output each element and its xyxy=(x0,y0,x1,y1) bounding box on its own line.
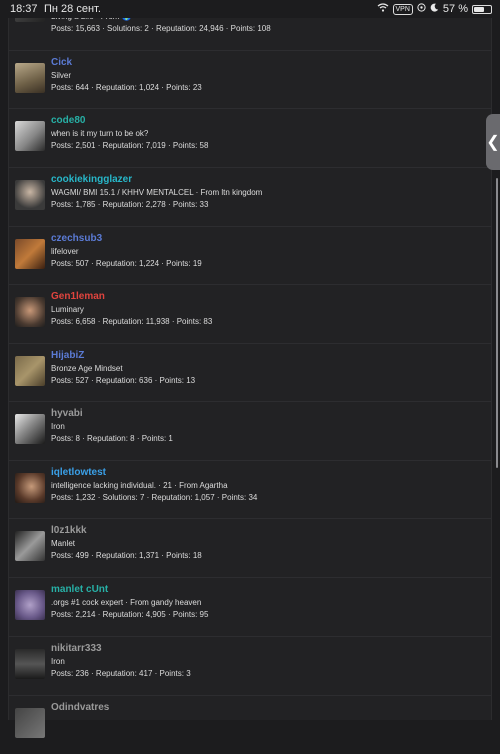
member-row: code80 when is it my turn to be ok? Post… xyxy=(9,108,491,167)
member-name[interactable]: manlet cUnt xyxy=(51,584,108,595)
member-row: iqletlowtest intelligence lacking indivi… xyxy=(9,460,491,519)
member-stats: Posts: 2,214 · Reputation: 4,905 · Point… xyxy=(51,610,209,619)
member-stats: Posts: 8 · Reputation: 8 · Points: 1 xyxy=(51,434,173,443)
member-name[interactable]: hyvabi xyxy=(51,408,83,419)
member-name[interactable]: Odindvatres xyxy=(51,702,109,713)
member-stats: Posts: 644 · Reputation: 1,024 · Points:… xyxy=(51,83,202,92)
battery-fill xyxy=(474,6,485,12)
member-title: intelligence lacking individual. · 21 · … xyxy=(51,481,228,490)
battery-icon xyxy=(472,4,492,14)
member-name[interactable]: Cick xyxy=(51,57,72,68)
member-title: Luminary xyxy=(51,305,84,314)
avatar[interactable] xyxy=(15,414,45,444)
member-row: Cick Silver Posts: 644 · Reputation: 1,0… xyxy=(9,50,491,109)
member-title: Bronze Age Mindset xyxy=(51,364,123,373)
member-row: HijabiZ Bronze Age Mindset Posts: 527 · … xyxy=(9,343,491,402)
member-row: Odindvatres xyxy=(9,695,491,754)
member-title: Iron xyxy=(51,422,65,431)
member-row: cookiekingglazer WAGMI/ BMI 15.1 / KHHV … xyxy=(9,167,491,226)
member-name[interactable]: code80 xyxy=(51,115,85,126)
members-list: Living a Life · From 🌍 Posts: 15,663 · S… xyxy=(8,0,492,738)
battery-percent: 57 % xyxy=(442,3,468,15)
status-time: 18:37 xyxy=(10,3,38,15)
member-title: when is it my turn to be ok? xyxy=(51,129,149,138)
avatar[interactable] xyxy=(15,649,45,679)
member-stats: Posts: 527 · Reputation: 636 · Points: 1… xyxy=(51,376,196,385)
member-name[interactable]: l0z1kkk xyxy=(51,525,87,536)
avatar[interactable] xyxy=(15,708,45,738)
avatar[interactable] xyxy=(15,356,45,386)
avatar[interactable] xyxy=(15,63,45,93)
member-stats: Posts: 236 · Reputation: 417 · Points: 3 xyxy=(51,669,191,678)
member-row: nikitarr333 Iron Posts: 236 · Reputation… xyxy=(9,636,491,695)
member-row: Gen1leman Luminary Posts: 6,658 · Reputa… xyxy=(9,284,491,343)
avatar[interactable] xyxy=(15,590,45,620)
member-stats: Posts: 1,785 · Reputation: 2,278 · Point… xyxy=(51,200,209,209)
chevron-left-icon[interactable]: ❮ xyxy=(486,114,500,170)
member-row: czechsub3 lifelover Posts: 507 · Reputat… xyxy=(9,226,491,285)
member-name[interactable]: Gen1leman xyxy=(51,291,105,302)
status-bar: 18:37 Пн 28 сент. VPN 57 % xyxy=(0,0,500,18)
member-name[interactable]: cookiekingglazer xyxy=(51,174,132,185)
member-title: WAGMI/ BMI 15.1 / KHHV MENTALCEL · From … xyxy=(51,188,263,197)
member-name[interactable]: iqletlowtest xyxy=(51,467,106,478)
member-name[interactable]: HijabiZ xyxy=(51,350,84,361)
scrollbar[interactable] xyxy=(496,178,498,468)
location-icon xyxy=(417,3,426,15)
member-title: lifelover xyxy=(51,247,79,256)
member-stats: Posts: 507 · Reputation: 1,224 · Points:… xyxy=(51,259,202,268)
member-row: l0z1kkk Manlet Posts: 499 · Reputation: … xyxy=(9,518,491,577)
avatar[interactable] xyxy=(15,531,45,561)
member-stats: Posts: 2,501 · Reputation: 7,019 · Point… xyxy=(51,141,209,150)
member-title: .orgs #1 cock expert · From gandy heaven xyxy=(51,598,202,607)
member-row: manlet cUnt .orgs #1 cock expert · From … xyxy=(9,577,491,636)
member-name[interactable]: nikitarr333 xyxy=(51,643,102,654)
avatar[interactable] xyxy=(15,473,45,503)
wifi-icon xyxy=(377,3,389,15)
member-stats: Posts: 6,658 · Reputation: 11,938 · Poin… xyxy=(51,317,213,326)
vpn-icon: VPN xyxy=(392,3,413,15)
avatar[interactable] xyxy=(15,239,45,269)
member-title: Iron xyxy=(51,657,65,666)
member-stats: Posts: 1,232 · Solutions: 7 · Reputation… xyxy=(51,493,258,502)
avatar[interactable] xyxy=(15,121,45,151)
avatar[interactable] xyxy=(15,297,45,327)
member-stats: Posts: 499 · Reputation: 1,371 · Points:… xyxy=(51,551,202,560)
avatar[interactable] xyxy=(15,180,45,210)
member-title: Silver xyxy=(51,71,72,80)
status-icons: VPN 57 % xyxy=(377,3,492,15)
member-stats: Posts: 15,663 · Solutions: 2 · Reputatio… xyxy=(51,24,271,33)
member-title: Manlet xyxy=(51,539,76,548)
member-row: hyvabi Iron Posts: 8 · Reputation: 8 · P… xyxy=(9,401,491,460)
member-name[interactable]: czechsub3 xyxy=(51,233,102,244)
moon-icon xyxy=(430,3,439,15)
status-date: Пн 28 сент. xyxy=(44,3,101,15)
